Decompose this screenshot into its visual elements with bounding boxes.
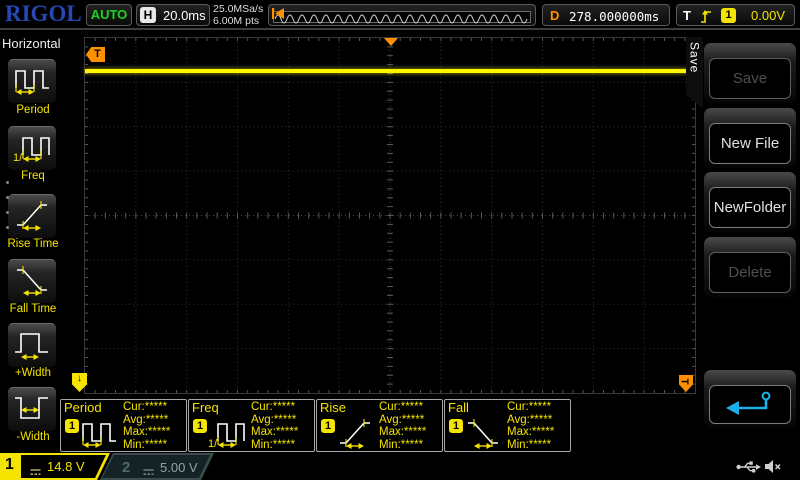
waveform-display-grid: T T ↓	[84, 37, 696, 394]
run-status-badge: AUTO	[86, 4, 132, 26]
svg-text:1/: 1/	[208, 438, 218, 450]
new-file-button[interactable]: New File	[704, 108, 796, 168]
measurement-values: Cur:***** Avg:***** Max:***** Min:*****	[251, 401, 298, 451]
waveform-preview-window	[273, 11, 531, 23]
left-limit-icon	[271, 6, 285, 24]
rise-time-icon	[336, 415, 374, 455]
left-menu-title: Horizontal	[2, 36, 61, 51]
channel1-scale: 14.8 V	[47, 459, 85, 474]
rise-time-icon	[13, 197, 51, 237]
channel-status-bar: 1 14.8 V 2 5.00 V	[0, 453, 800, 480]
measurement-box-rise: Rise 1 Cur:***** Avg:***** Max:***** Min…	[316, 399, 443, 452]
memory-depth: 6.00M pts	[213, 15, 263, 27]
menu-item-period-label: Period	[0, 104, 66, 116]
menu-item-rise-time-label: Rise Time	[0, 238, 66, 250]
menu-item-fall-time-label: Fall Time	[0, 303, 66, 315]
sample-rate: 25.0MSa/s	[213, 3, 263, 15]
speaker-muted-icon	[764, 459, 782, 479]
measurement-name: Freq	[192, 400, 219, 415]
measurement-box-period: Period 1 Cur:***** Avg:***** Max:***** M…	[60, 399, 187, 452]
plus-width-icon	[13, 326, 51, 366]
period-icon	[13, 62, 51, 102]
minus-width-icon	[13, 390, 51, 430]
save-button[interactable]: Save	[704, 43, 796, 103]
channel1-info: 14.8 V	[21, 455, 106, 478]
new-folder-button[interactable]: NewFolder	[704, 172, 796, 232]
fall-time-icon	[464, 415, 502, 455]
dc-coupling-icon	[142, 463, 155, 480]
timebase-value: 20.0ms	[163, 8, 206, 23]
menu-item-minus-width[interactable]	[8, 387, 56, 431]
menu-item-freq-label: Freq	[0, 170, 66, 182]
trigger-box: T 1 0.00V	[676, 4, 795, 26]
measurement-name: Fall	[448, 400, 469, 415]
freq-icon: 1/	[208, 415, 246, 455]
menu-scroll-dot	[6, 181, 9, 184]
measurement-box-freq: Freq 1 1/ Cur:***** Avg:***** Max:***** …	[188, 399, 315, 452]
delay-label: D	[550, 8, 559, 23]
menu-item-plus-width-label: +Width	[0, 367, 66, 379]
measurement-source-badge: 1	[65, 419, 79, 433]
graticule	[85, 38, 695, 393]
oscilloscope-screen: RIGOL AUTO H 20.0ms 25.0MSa/s 6.00M pts …	[0, 0, 800, 480]
menu-item-period[interactable]	[8, 59, 56, 103]
usb-icon	[736, 460, 761, 478]
top-status-bar: RIGOL AUTO H 20.0ms 25.0MSa/s 6.00M pts …	[0, 0, 800, 30]
dc-coupling-icon	[29, 463, 42, 480]
back-button[interactable]	[704, 370, 796, 428]
measurement-source-badge: 1	[321, 419, 335, 433]
measurement-name: Rise	[320, 400, 346, 415]
delete-button[interactable]: Delete	[704, 237, 796, 297]
measurement-source-badge: 1	[449, 419, 463, 433]
measurement-name: Period	[64, 400, 102, 415]
measurement-values: Cur:***** Avg:***** Max:***** Min:*****	[379, 401, 426, 451]
measurement-values: Cur:***** Avg:***** Max:***** Min:*****	[123, 401, 170, 451]
delay-box: D 278.000000ms	[542, 4, 670, 26]
menu-scroll-dot	[6, 226, 9, 229]
channel1-status-tab[interactable]: 1 14.8 V	[0, 453, 110, 480]
waveform-preview	[268, 4, 536, 26]
menu-item-minus-width-label: -Width	[0, 431, 66, 443]
measurement-values: Cur:***** Avg:***** Max:***** Min:*****	[507, 401, 554, 451]
menu-scroll-dot	[6, 196, 9, 199]
acquisition-info: 25.0MSa/s 6.00M pts	[213, 3, 263, 27]
trigger-label: T	[683, 8, 691, 23]
timebase-label: H	[140, 7, 156, 23]
horizontal-measure-menu: Horizontal Period 1/ Freq Rise Time Fall…	[0, 30, 66, 453]
return-arrow-icon	[724, 389, 776, 420]
channel2-info: 2 5.00 V	[102, 455, 212, 478]
channel2-status-tab[interactable]: 2 5.00 V	[100, 453, 214, 480]
measurement-box-fall: Fall 1 Cur:***** Avg:***** Max:***** Min…	[444, 399, 571, 452]
channel2-number: 2	[122, 459, 130, 476]
measurement-source-badge: 1	[193, 419, 207, 433]
menu-scroll-dot	[6, 211, 9, 214]
channel1-waveform	[85, 69, 695, 73]
timebase-box: H 20.0ms	[136, 4, 210, 26]
menu-item-freq[interactable]: 1/	[8, 126, 56, 170]
freq-icon: 1/	[13, 129, 51, 169]
menu-item-fall-time[interactable]	[8, 259, 56, 303]
trigger-level-value: 0.00V	[751, 8, 785, 23]
rising-edge-icon	[699, 7, 713, 30]
preview-sine-wave	[275, 15, 527, 23]
menu-item-rise-time[interactable]	[8, 194, 56, 238]
period-icon	[80, 415, 118, 455]
channel2-scale: 5.00 V	[160, 460, 198, 475]
save-menu-panel: Save Save New File NewFolder Delete	[700, 30, 800, 453]
fall-time-icon	[13, 262, 51, 302]
rigol-logo: RIGOL	[5, 1, 82, 27]
menu-item-plus-width[interactable]	[8, 323, 56, 367]
channel1-number: 1	[5, 456, 14, 474]
measurement-results-row: Period 1 Cur:***** Avg:***** Max:***** M…	[60, 399, 572, 452]
svg-text:1/: 1/	[13, 152, 23, 164]
trigger-source-badge: 1	[721, 8, 736, 23]
delay-value: 278.000000ms	[569, 9, 659, 24]
